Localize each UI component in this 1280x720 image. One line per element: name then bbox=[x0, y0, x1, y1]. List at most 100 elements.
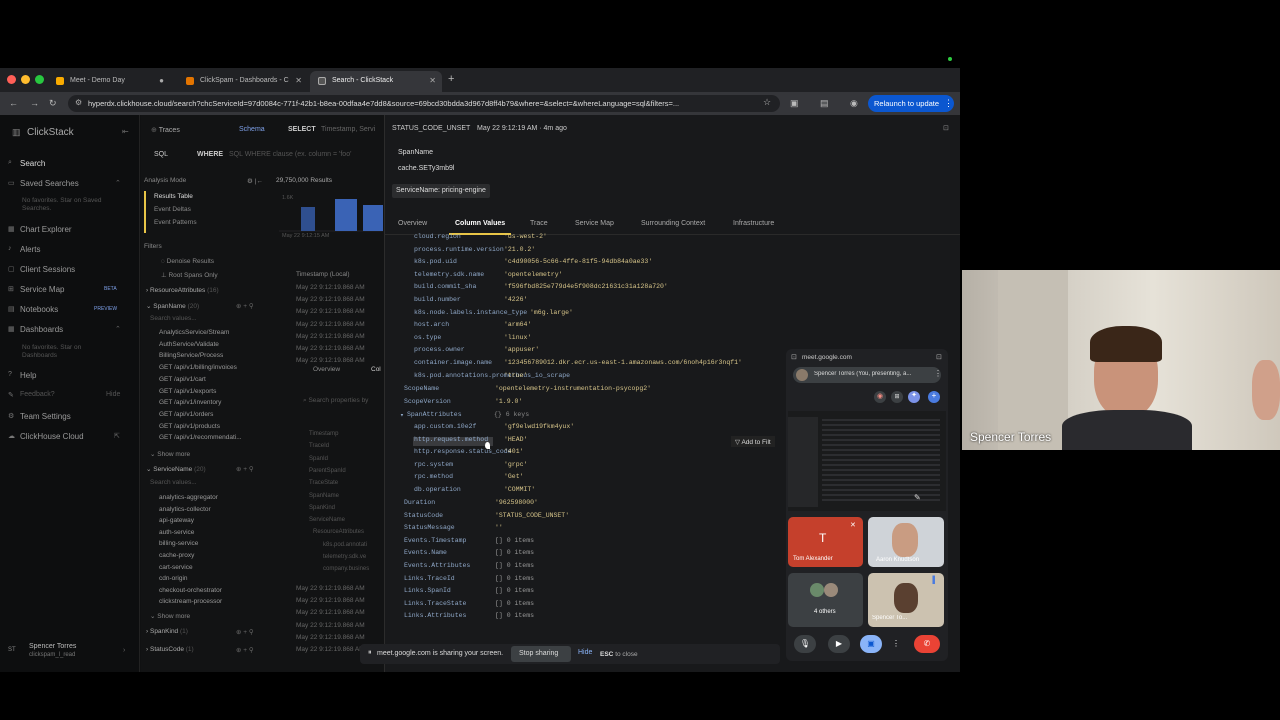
collapse-sidebar-icon[interactable]: ⇤ bbox=[122, 127, 129, 136]
sidebar-item-service-map[interactable]: ⊞ Service Map BETA bbox=[8, 285, 117, 294]
timestamp-cell[interactable]: May 22 9:12:19.868 AM bbox=[296, 609, 365, 616]
sidebar-item-search[interactable]: ⌕ Search bbox=[8, 159, 45, 168]
kv-value[interactable]: 'STATUS_CODE_UNSET' bbox=[495, 512, 569, 519]
kv-value[interactable]: 'Get' bbox=[504, 473, 524, 480]
timestamp-cell[interactable]: May 22 9:12:19.868 AM bbox=[296, 284, 365, 291]
timestamp-cell[interactable]: May 22 9:12:19.868 AM bbox=[296, 357, 365, 364]
return-to-tab-icon[interactable]: ⊡ bbox=[936, 353, 942, 361]
camera-button[interactable]: ▶ bbox=[828, 635, 850, 653]
service-value-item[interactable]: billing-service bbox=[159, 540, 198, 547]
expand-caret-icon[interactable]: ▾ bbox=[400, 411, 404, 419]
mode-results-table[interactable]: Results Table bbox=[154, 193, 193, 200]
root-spans-toggle[interactable]: ⊥ Root Spans Only bbox=[161, 271, 218, 279]
spanname-value-item[interactable]: GET /api/v1/cart bbox=[159, 376, 206, 383]
kv-value[interactable]: '' bbox=[495, 524, 503, 531]
spanname-value-item[interactable]: BillingService/Process bbox=[159, 352, 223, 359]
tab-column-values[interactable]: Column Values bbox=[455, 220, 505, 227]
sidebar-item-saved-searches[interactable]: ▭ Saved Searches bbox=[8, 179, 79, 188]
service-value-item[interactable]: auth-service bbox=[159, 529, 194, 536]
presenter-pill[interactable]: Spencer Torres (You, presenting, a... ⋮ bbox=[793, 367, 942, 383]
address-bar[interactable]: ⚙ hyperdx.clickhouse.cloud/search?chcSer… bbox=[68, 95, 780, 112]
side-panel-icon[interactable]: ▤ bbox=[820, 98, 829, 109]
service-show-more[interactable]: ⌄ Show more bbox=[150, 612, 190, 620]
tab-clickspam[interactable]: ClickSpam - Dashboards - C ✕ bbox=[178, 71, 308, 92]
forward-icon[interactable]: → bbox=[30, 98, 39, 108]
service-value-item[interactable]: clickstream-processor bbox=[159, 598, 222, 605]
spanname-value-item[interactable]: GET /api/v1/recommendati... bbox=[159, 434, 242, 441]
kv-value[interactable]: '401' bbox=[504, 448, 524, 455]
add-icon[interactable]: + bbox=[928, 391, 940, 403]
close-window-button[interactable] bbox=[7, 75, 16, 84]
kv-value[interactable]: [] 0 items bbox=[495, 575, 534, 582]
timestamp-cell[interactable]: May 22 9:12:19.868 AM bbox=[296, 308, 365, 315]
tab-meet[interactable]: Meet - Demo Day ● bbox=[48, 71, 170, 92]
timestamp-column-header[interactable]: Timestamp (Local) bbox=[296, 271, 350, 278]
tab-infrastructure[interactable]: Infrastructure bbox=[733, 220, 774, 227]
tab-overview[interactable]: Overview bbox=[398, 220, 427, 227]
sidebar-item-notebooks[interactable]: ▤ Notebooks PREVIEW bbox=[8, 305, 117, 314]
captions-icon[interactable]: ⊞ bbox=[891, 391, 903, 403]
kv-value[interactable]: '21.0.2' bbox=[504, 246, 535, 253]
kv-value[interactable]: 'true' bbox=[504, 372, 527, 379]
filter-servicename[interactable]: ⌄ ServiceName (20) bbox=[146, 465, 206, 473]
service-name-chip[interactable]: ServiceName: pricing-engine bbox=[392, 184, 490, 198]
present-button[interactable]: ▣ bbox=[860, 635, 882, 653]
back-icon[interactable]: ← bbox=[9, 98, 18, 108]
select-input[interactable]: Timestamp, Servi bbox=[321, 126, 375, 133]
kv-value[interactable]: '1.9.0' bbox=[495, 398, 522, 405]
sidebar-item-clickhouse-cloud[interactable]: ☁ ClickHouse Cloud ⇱ bbox=[8, 432, 120, 441]
profile-icon[interactable]: ◉ bbox=[850, 98, 858, 109]
more-options-icon[interactable]: ⋮ bbox=[934, 369, 942, 378]
sidebar-item-client-sessions[interactable]: ▢ Client Sessions bbox=[8, 265, 75, 274]
source-select[interactable]: ⊕ Traces bbox=[151, 126, 180, 134]
service-value-item[interactable]: analytics-collector bbox=[159, 506, 211, 513]
filter-resource-attributes[interactable]: › ResourceAttributes (16) bbox=[146, 287, 219, 294]
spanname-value-item[interactable]: GET /api/v1/exports bbox=[159, 388, 216, 395]
schema-link[interactable]: Schema bbox=[239, 126, 265, 133]
maximize-window-button[interactable] bbox=[35, 75, 44, 84]
inner-tab-columns[interactable]: Col bbox=[371, 366, 381, 373]
tab-service-map[interactable]: Service Map bbox=[575, 220, 614, 227]
timestamp-cell[interactable]: May 22 9:12:19.868 AM bbox=[296, 321, 365, 328]
filter-spanname[interactable]: ⌄ SpanName (20) bbox=[146, 302, 199, 310]
sidebar-item-feedback[interactable]: ✎ Feedback? bbox=[8, 391, 55, 399]
add-to-filter-button[interactable]: ▽ Add to Filt bbox=[731, 436, 775, 447]
service-value-item[interactable]: cart-service bbox=[159, 564, 193, 571]
service-value-item[interactable]: analytics-aggregator bbox=[159, 494, 218, 501]
kv-value[interactable]: 'f596fbd825e779d4e5f908dc21631c31a128a72… bbox=[504, 283, 668, 290]
annotate-icon[interactable]: ✎ bbox=[914, 493, 921, 502]
kv-value[interactable]: [] 0 items bbox=[495, 537, 534, 544]
gemini-icon[interactable]: ✦ bbox=[908, 391, 920, 403]
kv-value[interactable]: 'gf9elwd19fkm4yux' bbox=[504, 423, 574, 430]
sidebar-item-chart-explorer[interactable]: ▦ Chart Explorer bbox=[8, 225, 72, 234]
kv-value[interactable]: 'm6g.large' bbox=[530, 309, 573, 316]
user-avatar[interactable]: ST bbox=[8, 647, 16, 653]
kv-value[interactable]: [] 0 items bbox=[495, 600, 534, 607]
tab-search[interactable]: Search - ClickStack ✕ bbox=[310, 71, 442, 92]
reload-icon[interactable]: ↻ bbox=[49, 98, 57, 109]
menu-kebab-icon[interactable]: ⋮ bbox=[944, 98, 953, 109]
expand-panel-icon[interactable]: ⊡ bbox=[943, 124, 949, 132]
kv-value[interactable]: '962598000' bbox=[495, 499, 538, 506]
chevron-up-icon[interactable]: ⌃ bbox=[115, 325, 121, 333]
chevron-up-icon[interactable]: ⌃ bbox=[115, 179, 121, 187]
service-value-item[interactable]: cdn-origin bbox=[159, 575, 188, 582]
spanname-search-input[interactable]: Search values... bbox=[150, 315, 197, 322]
relaunch-button[interactable]: Relaunch to update bbox=[868, 95, 954, 112]
hide-feedback-link[interactable]: Hide bbox=[106, 391, 120, 398]
site-info-icon[interactable]: ⚙ bbox=[75, 98, 82, 107]
span-attributes-key[interactable]: SpanAttributes bbox=[407, 411, 462, 418]
hang-up-button[interactable]: ✆ bbox=[914, 635, 940, 653]
timestamp-cell[interactable]: May 22 9:12:19.868 AM bbox=[296, 585, 365, 592]
denoise-toggle[interactable]: ◌ Denoise Results bbox=[161, 258, 214, 265]
close-tab-icon[interactable]: ● bbox=[159, 76, 164, 85]
filter-actions-icon[interactable]: ⊕ + ⚲ bbox=[236, 628, 254, 636]
timestamp-cell[interactable]: May 22 9:12:19.868 AM bbox=[296, 333, 365, 340]
spanname-value-item[interactable]: GET /api/v1/orders bbox=[159, 411, 213, 418]
timestamp-cell[interactable]: May 22 9:12:19.868 AM bbox=[296, 634, 365, 641]
where-input[interactable]: SQL WHERE clause (ex. column = 'foo' bbox=[229, 151, 351, 158]
service-search-input[interactable]: Search values... bbox=[150, 479, 197, 486]
kv-value[interactable]: [] 0 items bbox=[495, 612, 534, 619]
more-options-icon[interactable]: ⋮ bbox=[890, 635, 902, 653]
close-tab-icon[interactable]: ✕ bbox=[429, 76, 436, 85]
